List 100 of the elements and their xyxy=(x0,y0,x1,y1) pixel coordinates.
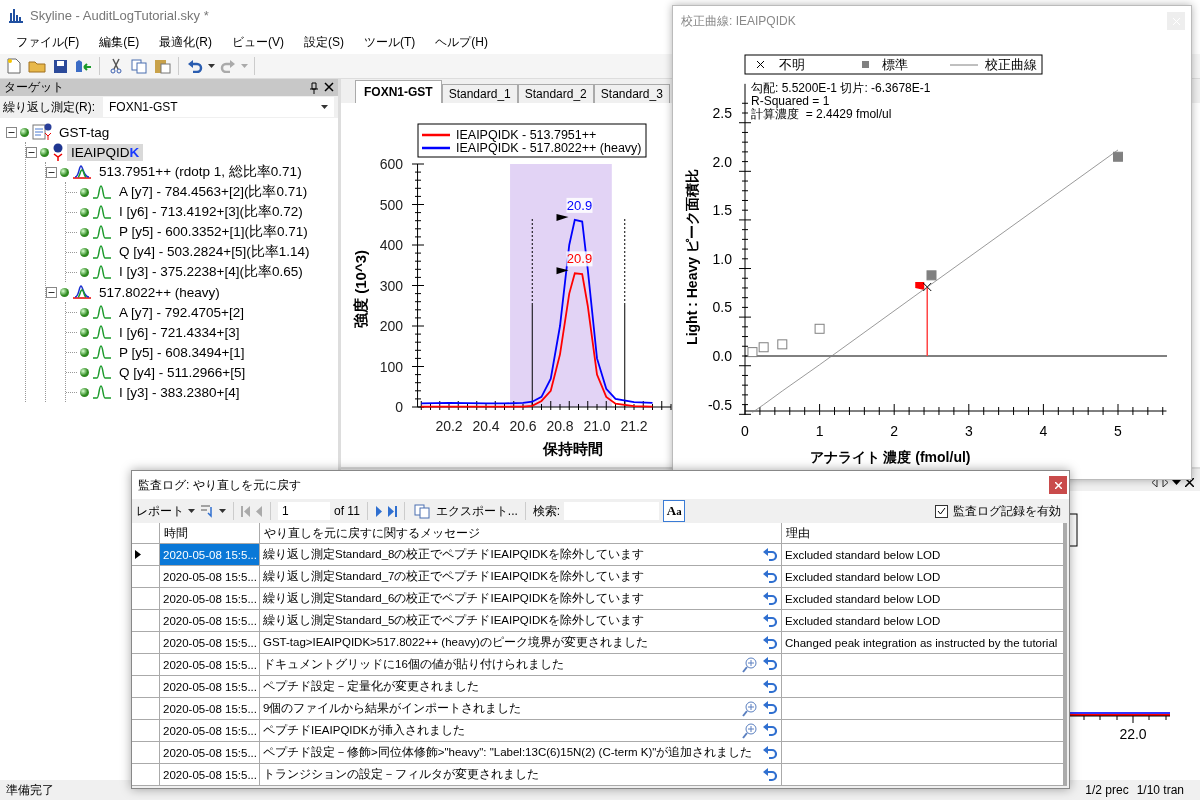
legend-label: 校正曲線 xyxy=(985,58,1037,72)
standard-point xyxy=(758,342,769,353)
unknown-point xyxy=(922,282,932,292)
copy-icon[interactable] xyxy=(411,501,432,521)
menu-item[interactable]: 設定(S) xyxy=(296,31,352,53)
tab[interactable]: Standard_2 xyxy=(517,84,594,103)
tab[interactable]: Standard_3 xyxy=(593,84,670,103)
status-dot xyxy=(80,367,89,377)
undo-icon[interactable] xyxy=(762,613,778,628)
fit-statistic: 計算濃度 = 2.4429 fmol/ul xyxy=(751,107,892,121)
document-icon xyxy=(32,123,52,141)
zoom-in-icon[interactable] xyxy=(742,722,758,739)
peak-icon xyxy=(92,204,112,220)
undo-icon[interactable] xyxy=(762,569,778,584)
tree-item[interactable]: A [y7] - 784.4563+[2](比率0.71) xyxy=(115,182,312,202)
column-header[interactable]: 理由 xyxy=(782,523,1064,544)
fit-statistic: R-Squared = 1 xyxy=(751,94,830,108)
tree-item[interactable]: GST-tag xyxy=(55,123,114,141)
peak-icon xyxy=(92,344,112,360)
caret-icon[interactable] xyxy=(188,509,195,513)
tab[interactable]: FOXN1-GST xyxy=(355,80,442,103)
row-header[interactable] xyxy=(132,544,160,566)
caret-icon[interactable] xyxy=(208,64,215,68)
x-marker-icon xyxy=(756,60,765,69)
undo-icon[interactable] xyxy=(762,767,778,782)
report-menu[interactable]: レポート xyxy=(136,502,184,520)
undo-icon[interactable] xyxy=(762,745,778,760)
undo-icon[interactable] xyxy=(762,679,778,694)
legend-line-icon xyxy=(949,64,979,66)
page-field[interactable]: 1 xyxy=(278,502,330,520)
menu-item[interactable]: ファイル(F) xyxy=(8,31,88,53)
close-icon[interactable] xyxy=(1185,477,1194,487)
copy-icon[interactable] xyxy=(129,56,149,76)
caret-icon[interactable] xyxy=(321,105,328,109)
zoom-in-icon[interactable] xyxy=(742,700,758,717)
undo-icon[interactable] xyxy=(762,591,778,606)
menu-item[interactable]: ビュー(V) xyxy=(224,31,292,53)
status-dot xyxy=(80,227,89,237)
close-icon xyxy=(1054,481,1062,489)
tree-item[interactable]: I [y3] - 375.2238+[4](比率0.65) xyxy=(115,262,307,282)
zoom-in-icon[interactable] xyxy=(742,656,758,673)
message-text: 繰り返し測定Standard_5の校正でペプチドIEAIPQIDKを除外しています xyxy=(263,613,644,628)
message-text: ペプチドIEAIPQIDKが挿入されました xyxy=(263,723,465,738)
caret-icon[interactable] xyxy=(219,509,226,513)
tree-item[interactable]: 513.7951++ (rdotp 1, 総比率0.71) xyxy=(95,162,306,182)
tree-item[interactable]: A [y7] - 792.4705+[2] xyxy=(115,303,248,321)
export-button[interactable]: エクスポート... xyxy=(435,502,518,520)
menu-item[interactable]: ヘルプ(H) xyxy=(427,31,496,53)
tick-label: 22.0 xyxy=(1119,726,1147,742)
undo-icon[interactable] xyxy=(762,635,778,650)
tree-item[interactable]: I [y6] - 713.4192+[3](比率0.72) xyxy=(115,202,307,222)
tree-item[interactable]: P [y5] - 600.3352+[1](比率0.71) xyxy=(115,222,312,242)
tree-item[interactable]: I [y3] - 383.2380+[4] xyxy=(115,383,244,401)
peak-label: 20.9 xyxy=(566,197,593,213)
tree-item[interactable]: Q [y4] - 503.2824+[5](比率1.14) xyxy=(115,242,314,262)
table-cell: 2020-05-08 15:5... xyxy=(160,764,260,786)
tick-label: 0.5 xyxy=(712,299,732,316)
flag-icon xyxy=(556,213,569,221)
column-header[interactable]: 時間 xyxy=(160,523,260,544)
peak-icon xyxy=(92,304,112,320)
peak-icon xyxy=(92,264,112,280)
collapse-icon[interactable] xyxy=(6,126,17,138)
tab[interactable]: Standard_1 xyxy=(441,84,518,103)
menu-item[interactable]: ツール(T) xyxy=(356,31,424,53)
menu-item[interactable]: 最適化(R) xyxy=(151,31,220,53)
collapse-icon[interactable] xyxy=(46,286,57,298)
table-cell: 2020-05-08 15:5... xyxy=(160,742,260,764)
reason-text: Changed peak integration as instructed by the tutorial xyxy=(785,636,1058,649)
column-header[interactable]: やり直しを元に戻すに関するメッセージ xyxy=(260,523,782,544)
tick-label: 2.5 xyxy=(712,105,732,121)
undo-icon[interactable] xyxy=(762,547,778,562)
replicate-dropdown[interactable]: FOXN1-GST xyxy=(103,97,334,117)
collapse-icon[interactable] xyxy=(26,146,37,158)
axis-title: 強度 (10^3) xyxy=(352,250,369,328)
tick-label: 21.0 xyxy=(583,418,611,434)
close-button[interactable] xyxy=(1049,476,1067,494)
tick-label: 20.2 xyxy=(435,418,463,434)
last-page-icon[interactable] xyxy=(386,505,397,517)
undo-icon[interactable] xyxy=(762,700,778,715)
undo-icon[interactable] xyxy=(762,656,778,671)
tick-label: 400 xyxy=(379,237,403,253)
tree-item[interactable]: IEAIPQIDK xyxy=(67,143,144,161)
pin-icon[interactable] xyxy=(310,81,318,94)
menu-item[interactable]: 編集(E) xyxy=(91,31,148,53)
field-label: 繰り返し測定(R): xyxy=(3,98,95,116)
undo-icon[interactable] xyxy=(762,722,778,737)
legend-line-icon xyxy=(422,146,450,150)
standard-point xyxy=(1113,151,1123,162)
tick-label: 100 xyxy=(379,358,403,375)
tree-item[interactable]: I [y6] - 721.4334+[3] xyxy=(115,323,244,341)
tree-item[interactable]: 517.8022++ (heavy) xyxy=(95,283,224,301)
tree-item[interactable]: Q [y4] - 511.2966+[5] xyxy=(115,363,250,381)
close-icon[interactable] xyxy=(324,81,334,92)
peak-icon xyxy=(92,224,112,240)
checkbox[interactable] xyxy=(935,504,948,518)
message-text: 繰り返し測定Standard_6の校正でペプチドIEAIPQIDKを除外しています xyxy=(263,591,644,606)
collapse-icon[interactable] xyxy=(46,166,57,178)
tree-item[interactable]: P [y5] - 608.3494+[1] xyxy=(115,343,249,361)
status-text: 準備完了 xyxy=(6,781,54,799)
next-page-icon[interactable] xyxy=(374,505,383,517)
